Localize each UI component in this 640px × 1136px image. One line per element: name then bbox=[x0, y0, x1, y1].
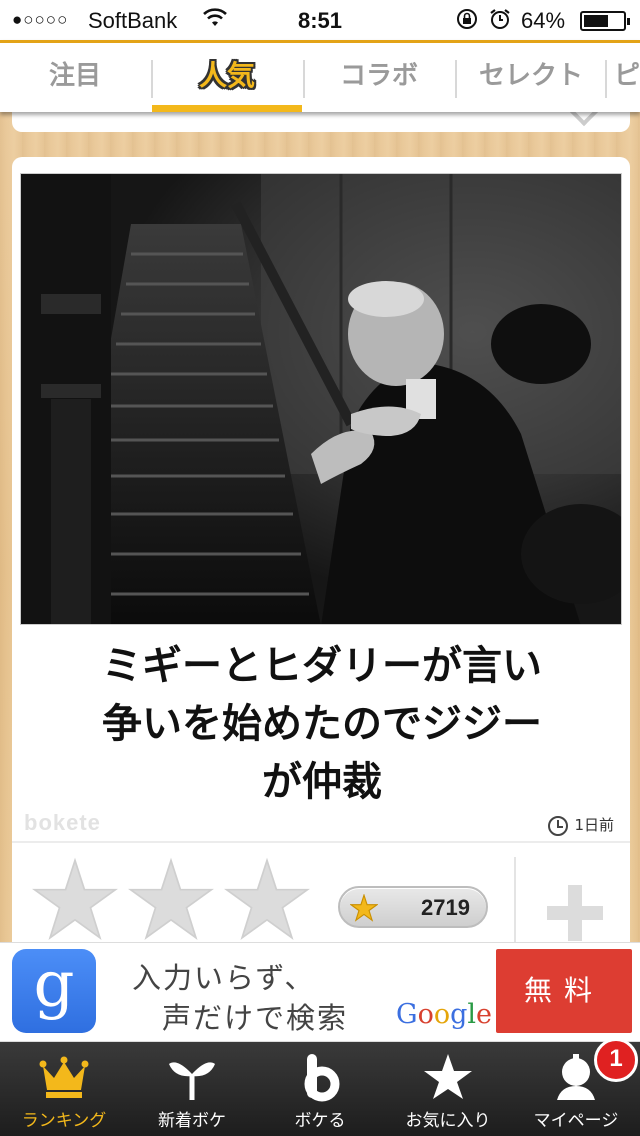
ad-text-line1: 入力いらず、 bbox=[132, 961, 316, 995]
ad-text-line2: 声だけで検索 bbox=[162, 1001, 349, 1035]
star-icon[interactable] bbox=[32, 857, 118, 943]
caption-line: ミギーとヒダリーが言い bbox=[102, 643, 542, 689]
star-icon[interactable] bbox=[128, 857, 214, 943]
divider bbox=[12, 841, 630, 843]
post-card: ミギーとヒダリーが言い 争いを始めたのでジジー が仲裁 bokete 1日前 2… bbox=[12, 157, 630, 957]
tab-label: 人気 bbox=[198, 59, 255, 92]
caption-line: が仲裁 bbox=[262, 759, 382, 805]
nav-label: 新着ボケ bbox=[158, 1111, 226, 1131]
crown-icon bbox=[39, 1056, 89, 1098]
tab-label: ピ bbox=[614, 61, 640, 91]
ad-banner[interactable]: g 入力いらず、 声だけで検索 Google 無料 bbox=[0, 942, 640, 1042]
post-photo[interactable] bbox=[20, 173, 622, 625]
alarm-icon bbox=[488, 7, 512, 37]
notification-badge: 1 bbox=[594, 1038, 638, 1082]
star-icon bbox=[424, 1054, 472, 1099]
clock-icon bbox=[548, 815, 569, 836]
tab-ninki[interactable]: 人気 bbox=[152, 43, 302, 112]
nav-bokeru[interactable]: ボケる bbox=[256, 1042, 384, 1136]
category-tab-bar: 注目 人気 コラボ セレクト ピ bbox=[0, 40, 640, 112]
bokete-logo: bokete bbox=[24, 810, 101, 835]
tab-select[interactable]: セレクト bbox=[456, 43, 606, 112]
sprout-icon bbox=[169, 1062, 215, 1100]
bokete-b-icon bbox=[304, 1054, 340, 1102]
google-search-app-icon: g bbox=[12, 949, 96, 1033]
add-favorite-plus-icon[interactable] bbox=[547, 885, 603, 941]
score-count: 2719 bbox=[421, 895, 470, 920]
rotation-lock-icon bbox=[455, 7, 479, 37]
tab-partial[interactable]: ピ bbox=[606, 43, 640, 112]
battery-icon bbox=[580, 11, 630, 31]
bottom-tab-bar: ランキング 新着ボケ ボケる お気に入り マイページ bbox=[0, 1042, 640, 1136]
nav-favorites[interactable]: お気に入り bbox=[384, 1042, 512, 1136]
post-caption: ミギーとヒダリーが言い 争いを始めたのでジジー が仲裁 bbox=[42, 637, 602, 811]
tab-label: 注目 bbox=[48, 61, 101, 91]
tab-collab[interactable]: コラボ bbox=[304, 43, 454, 112]
status-bar: ●○○○○ SoftBank 8:51 64% bbox=[0, 0, 640, 40]
star-icon[interactable] bbox=[224, 857, 310, 943]
post-time: 1日前 bbox=[548, 814, 614, 836]
nav-new-boke[interactable]: 新着ボケ bbox=[128, 1042, 256, 1136]
tab-chumoku[interactable]: 注目 bbox=[0, 43, 150, 112]
battery-percent: 64% bbox=[521, 8, 566, 33]
tab-label: セレクト bbox=[478, 61, 583, 91]
google-logo: Google bbox=[396, 999, 493, 1030]
time-ago-text: 1日前 bbox=[574, 816, 614, 834]
caption-line: 争いを始めたのでジジー bbox=[102, 701, 542, 747]
nav-label: お気に入り bbox=[405, 1111, 491, 1131]
nav-ranking[interactable]: ランキング bbox=[0, 1042, 128, 1136]
score-badge: 2719 bbox=[338, 886, 488, 928]
battery-fill bbox=[584, 15, 608, 27]
nav-label: マイページ bbox=[533, 1111, 619, 1131]
nav-label: ランキング bbox=[21, 1111, 107, 1131]
star-icon bbox=[350, 894, 378, 922]
tab-label: コラボ bbox=[339, 61, 418, 91]
nav-label: ボケる bbox=[294, 1111, 346, 1131]
ad-install-button[interactable]: 無料 bbox=[496, 949, 632, 1033]
